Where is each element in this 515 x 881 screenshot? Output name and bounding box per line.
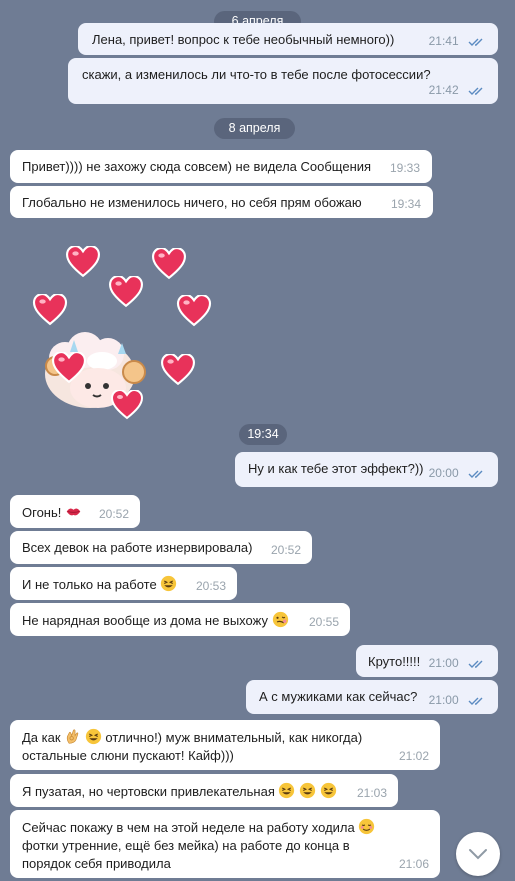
message-text: А с мужиками как сейчас?: [259, 689, 418, 704]
grinning-squint-emoji-icon: [161, 575, 177, 592]
message-text: Привет)))) не захожу сюда совсем) не вид…: [22, 159, 372, 174]
message-text: Да как: [22, 730, 61, 745]
message-outgoing[interactable]: Ну и как тебе этот эффект?)) 20:00: [235, 452, 498, 487]
grinning-squint-emoji-icon: [299, 782, 316, 799]
double-check-icon: [468, 38, 483, 46]
message-incoming[interactable]: Глобально не изменилось ничего, но себя …: [10, 186, 433, 218]
double-check-icon: [468, 470, 483, 478]
relieved-face-emoji-icon: [359, 818, 375, 835]
message-time: 21:03: [356, 786, 387, 800]
message-text: Лена, привет! вопрос к тебе необычный не…: [92, 32, 395, 47]
double-check-icon: [468, 660, 483, 668]
message-time: 20:55: [308, 615, 339, 629]
message-text: Глобально не изменилось ничего, но себя …: [22, 195, 362, 210]
message-time: 21:00: [428, 693, 459, 707]
sheep-hearts-sticker[interactable]: [30, 240, 220, 420]
message-meta: 21:41: [429, 32, 486, 50]
message-meta: 21:00: [429, 691, 486, 709]
message-text: Огонь!: [22, 505, 62, 520]
message-outgoing[interactable]: скажи, а изменилось ли что-то в тебе пос…: [68, 58, 498, 104]
message-outgoing[interactable]: Лена, привет! вопрос к тебе необычный не…: [78, 23, 498, 55]
message-text: отлично!) муж внимательный, как никогда): [105, 730, 363, 745]
message-time: 20:00: [428, 466, 459, 480]
message-text: фотки утренние, ещё без мейка) на работе…: [22, 838, 350, 871]
kiss-lips-icon: [66, 508, 81, 516]
message-incoming[interactable]: Привет)))) не захожу сюда совсем) не вид…: [10, 150, 432, 183]
message-meta: 21:42: [429, 81, 486, 99]
date-separator: 8 апреля: [214, 118, 295, 139]
message-incoming[interactable]: Огонь! 20:52: [10, 495, 140, 528]
message-incoming[interactable]: И не только на работе 20:53: [10, 567, 237, 600]
message-incoming[interactable]: Да как отлично!) муж внимательный, как н…: [10, 720, 440, 770]
message-incoming[interactable]: Не нарядная вообще из дома не выхожу 20:…: [10, 603, 350, 636]
date-label: 8 апреля: [228, 121, 281, 135]
message-time: 20:52: [98, 507, 129, 521]
message-text: скажи, а изменилось ли что-то в тебе пос…: [82, 67, 431, 82]
message-text: Всех девок на работе изнервировала): [22, 540, 253, 555]
grinning-squint-emoji-icon: [279, 782, 295, 799]
message-text: Не нарядная вообще из дома не выхожу: [22, 613, 268, 628]
message-incoming[interactable]: Сейчас покажу в чем на этой неделе на ра…: [10, 810, 440, 878]
message-incoming[interactable]: Я пузатая, но чертовски привлекательная …: [10, 774, 398, 807]
message-time: 21:00: [428, 656, 459, 670]
message-time: 20:53: [195, 579, 226, 593]
message-text: Ну и как тебе этот эффект?)): [248, 461, 424, 476]
message-time: 21:02: [398, 749, 429, 763]
message-time: 19:33: [389, 161, 420, 175]
message-time: 20:52: [270, 543, 301, 557]
double-check-icon: [468, 87, 483, 95]
grinning-squint-emoji-icon: [85, 728, 101, 745]
message-body: Сейчас покажу в чем на этой неделе на ра…: [22, 818, 428, 873]
message-outgoing[interactable]: Круто!!!!! 21:00: [356, 645, 498, 677]
chevron-down-icon: [469, 849, 487, 860]
message-meta: 21:00: [429, 654, 486, 672]
message-outgoing[interactable]: А с мужиками как сейчас? 21:00: [246, 680, 498, 714]
message-time: 19:34: [390, 197, 421, 211]
message-text: Я пузатая, но чертовски привлекательная: [22, 784, 275, 799]
message-line: Да как отлично!) муж внимательный, как н…: [22, 728, 428, 747]
woozy-face-emoji-icon: [272, 611, 288, 628]
time-label: 19:34: [247, 427, 279, 441]
message-text: остальные слюни пускают! Кайф))): [22, 748, 234, 763]
message-time: 21:06: [398, 857, 429, 871]
message-text: И не только на работе: [22, 577, 157, 592]
message-text: Сейчас покажу в чем на этой неделе на ра…: [22, 820, 355, 835]
message-meta: 20:00: [429, 464, 486, 482]
double-check-icon: [468, 697, 483, 705]
ok-hand-emoji-icon: [67, 729, 79, 744]
message-time: 21:42: [428, 83, 459, 97]
message-incoming[interactable]: Всех девок на работе изнервировала) 20:5…: [10, 531, 312, 564]
time-separator: 19:34: [239, 424, 287, 445]
message-time: 21:41: [428, 34, 459, 48]
message-text: Круто!!!!!: [368, 654, 421, 669]
grinning-squint-emoji-icon: [320, 782, 336, 799]
scroll-to-bottom-button[interactable]: [456, 832, 500, 876]
